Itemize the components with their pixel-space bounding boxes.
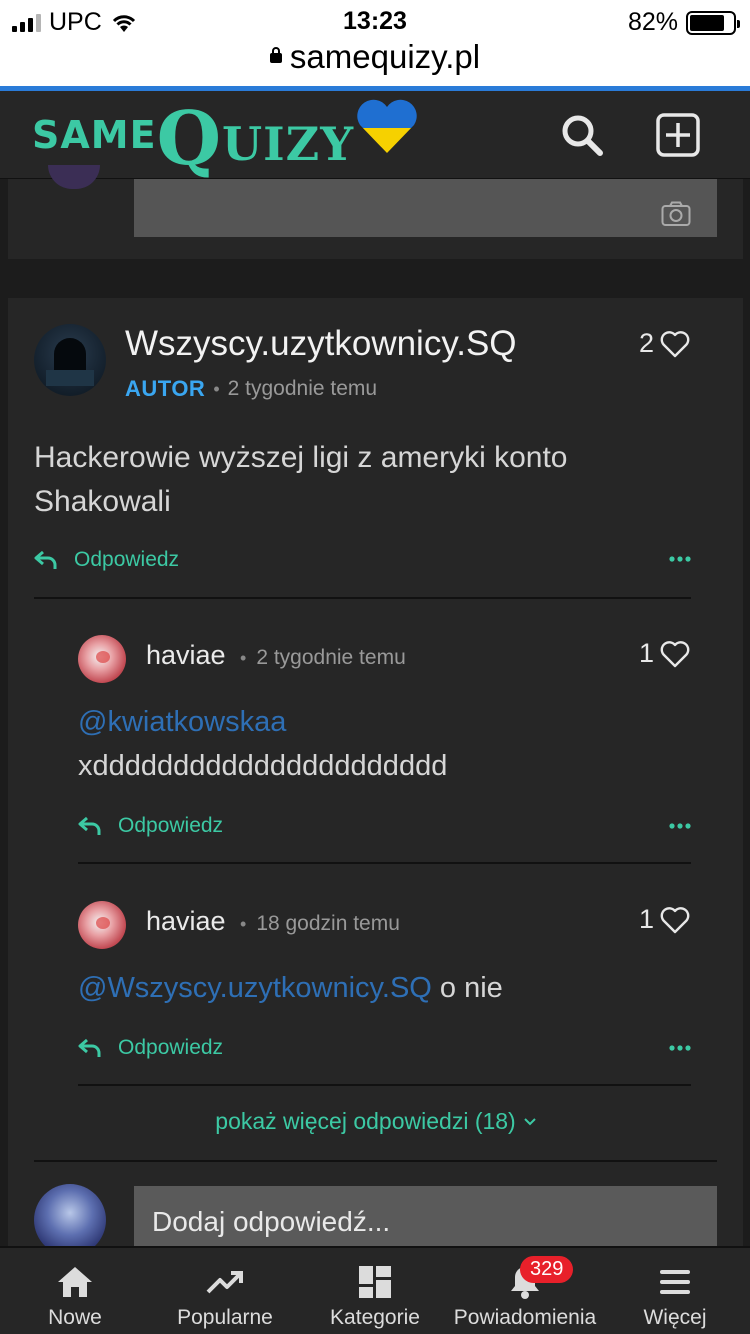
avatar[interactable] — [34, 324, 106, 396]
lock-icon — [269, 47, 282, 63]
ukraine-heart-icon — [357, 99, 417, 154]
reply-time: 2 tygodnie temu — [256, 646, 406, 669]
status-bar: UPC 13:23 82% samequizy.pl — [0, 0, 750, 91]
comment-meta: AUTOR • 2 tygodnie temu — [125, 376, 377, 402]
url-text: samequizy.pl — [289, 38, 481, 75]
nav-label: Powiadomienia — [453, 1306, 597, 1329]
logo-same: SAME — [32, 113, 157, 157]
battery-status: 82% — [627, 8, 740, 37]
avatar[interactable] — [78, 901, 126, 949]
reply-author[interactable]: haviae — [146, 906, 226, 937]
more-options-icon[interactable] — [669, 1045, 691, 1051]
previous-comment-form — [8, 165, 743, 259]
heart-icon — [660, 330, 690, 357]
comment-author[interactable]: Wszyscy.uzytkownicy.SQ — [125, 324, 517, 364]
nav-label: Nowe — [48, 1306, 102, 1329]
reply-label: Odpowiedz — [118, 814, 224, 837]
trending-icon — [206, 1271, 243, 1294]
like-count: 1 — [638, 638, 654, 668]
reply-button[interactable]: Odpowiedz — [34, 548, 179, 572]
nav-item-kategorie[interactable]: Kategorie — [300, 1248, 450, 1334]
author-badge: AUTOR — [125, 376, 206, 401]
reply-body: o nie — [439, 972, 503, 1004]
heart-icon — [660, 906, 690, 933]
comment-text: Hackerowie wyższej ligi z ameryki konto … — [34, 441, 568, 518]
site-header: SAME QUIZY — [0, 91, 750, 182]
show-more-replies-button[interactable]: pokaż więcej odpowiedzi (18) — [8, 1108, 743, 1135]
battery-percent: 82% — [627, 8, 678, 36]
logo-quizy: QUIZY — [156, 96, 355, 182]
camera-icon[interactable] — [661, 201, 691, 227]
like-count: 2 — [638, 328, 654, 358]
bottom-nav: Nowe Popularne Kategorie 329 Powiadomien… — [0, 1246, 750, 1334]
reply-arrow-icon — [78, 816, 101, 835]
plus-square-icon[interactable] — [656, 113, 700, 157]
avatar[interactable] — [78, 635, 126, 683]
reply-arrow-icon — [78, 1038, 101, 1057]
divider — [78, 862, 691, 864]
reply-button[interactable]: Odpowiedz — [78, 814, 223, 838]
reply-text: @kwiatkowskaa xdddddddddddddddddddddd — [78, 700, 698, 788]
heart-icon — [660, 640, 690, 667]
user-mention[interactable]: @Wszyscy.uzytkownicy.SQ — [78, 972, 432, 1004]
home-icon — [58, 1267, 92, 1297]
reply-meta: • 18 godzin temu — [240, 912, 400, 936]
notification-badge: 329 — [520, 1256, 574, 1283]
like-count: 1 — [638, 904, 654, 934]
separator-dot: • — [240, 913, 247, 934]
avatar — [48, 165, 100, 189]
chevron-down-icon — [524, 1117, 536, 1125]
show-more-label: pokaż więcej odpowiedzi (18) — [215, 1108, 516, 1134]
reply-author[interactable]: haviae — [146, 640, 226, 671]
reply-time: 18 godzin temu — [256, 912, 400, 935]
user-mention[interactable]: @kwiatkowskaa — [78, 706, 286, 738]
samequizy-logo[interactable]: SAME QUIZY — [32, 96, 418, 182]
comment-time: 2 tygodnie temu — [227, 377, 378, 400]
reply-meta: • 2 tygodnie temu — [240, 646, 406, 670]
nav-item-nowe[interactable]: Nowe — [0, 1248, 150, 1334]
reply-button[interactable]: Odpowiedz — [78, 1036, 223, 1060]
comment-input[interactable] — [134, 179, 717, 237]
reply-text: @Wszyscy.uzytkownicy.SQ o nie — [78, 966, 698, 1010]
url-bar[interactable]: samequizy.pl — [0, 38, 750, 76]
like-button[interactable]: 1 — [639, 904, 690, 935]
nav-label: Kategorie — [330, 1306, 420, 1329]
search-icon[interactable] — [560, 113, 604, 157]
nav-item-powiadomienia[interactable]: 329 Powiadomienia — [450, 1248, 600, 1334]
nav-item-wiecej[interactable]: Więcej — [600, 1248, 750, 1334]
nav-label: Więcej — [643, 1306, 707, 1329]
battery-icon — [686, 10, 740, 35]
like-button[interactable]: 1 — [639, 638, 690, 669]
reply-label: Odpowiedz — [118, 1036, 224, 1059]
comment-thread: Wszyscy.uzytkownicy.SQ AUTOR • 2 tygodni… — [8, 298, 743, 1258]
separator-dot: • — [240, 647, 247, 668]
divider — [34, 1160, 717, 1162]
reply-arrow-icon — [34, 550, 57, 569]
more-options-icon[interactable] — [669, 556, 691, 562]
grid-icon — [359, 1266, 391, 1298]
reply-label: Odpowiedz — [74, 548, 180, 571]
divider — [34, 597, 691, 599]
menu-icon — [660, 1270, 690, 1294]
more-options-icon[interactable] — [669, 823, 691, 829]
reply-body: xdddddddddddddddddddddd — [78, 750, 448, 782]
nav-label: Popularne — [177, 1306, 273, 1329]
nav-item-popularne[interactable]: Popularne — [150, 1248, 300, 1334]
separator-dot: • — [213, 378, 220, 399]
like-button[interactable]: 2 — [639, 328, 690, 359]
divider — [78, 1084, 691, 1086]
